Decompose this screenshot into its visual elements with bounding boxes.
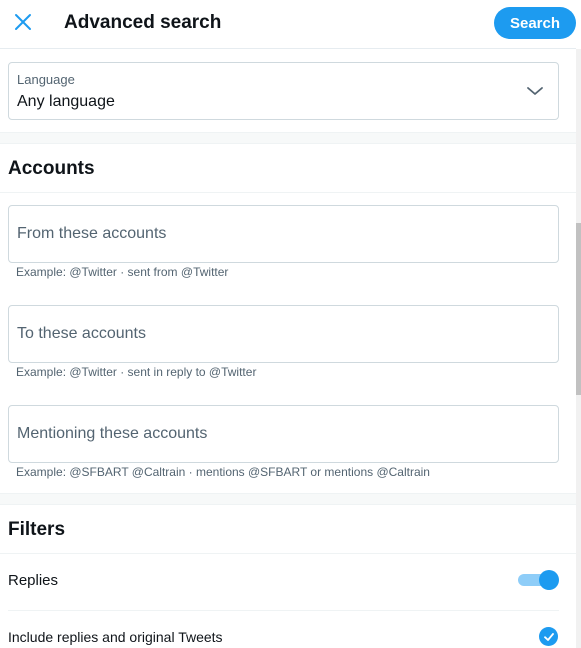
to-accounts-hint: Example: @Twitter · sent in reply to @Tw… — [16, 365, 257, 379]
close-icon — [15, 14, 31, 30]
from-accounts-input[interactable] — [17, 206, 552, 262]
to-accounts-input[interactable] — [17, 306, 552, 362]
scrollbar[interactable] — [576, 49, 581, 648]
section-separator — [0, 132, 576, 144]
checkmark-icon — [543, 632, 554, 641]
replies-label: Replies — [8, 572, 59, 589]
divider — [0, 553, 576, 554]
header-bar: Advanced search Search — [0, 0, 576, 49]
include-replies-label: Include replies and original Tweets — [8, 629, 223, 645]
to-accounts-field[interactable] — [8, 305, 559, 363]
language-value: Any language — [17, 93, 115, 110]
mentioning-accounts-hint: Example: @SFBART @Caltrain · mentions @S… — [16, 465, 430, 479]
search-button[interactable]: Search — [494, 7, 576, 39]
from-accounts-hint: Example: @Twitter · sent from @Twitter — [16, 265, 229, 279]
chevron-down-icon — [527, 87, 543, 95]
mentioning-accounts-input[interactable] — [17, 406, 552, 462]
divider — [0, 192, 576, 193]
include-replies-checkbox[interactable] — [539, 627, 558, 646]
filters-heading: Filters — [8, 519, 66, 540]
from-accounts-field[interactable] — [8, 205, 559, 263]
language-select[interactable]: Language Any language — [8, 62, 559, 120]
toggle-knob — [539, 570, 559, 590]
scrollbar-thumb[interactable] — [576, 223, 581, 395]
replies-toggle[interactable] — [518, 570, 559, 590]
divider — [8, 610, 559, 611]
accounts-heading: Accounts — [8, 158, 95, 179]
mentioning-accounts-field[interactable] — [8, 405, 559, 463]
page-title: Advanced search — [64, 12, 222, 33]
section-separator — [0, 493, 576, 505]
language-label: Language — [17, 72, 75, 87]
close-button[interactable] — [9, 8, 37, 36]
